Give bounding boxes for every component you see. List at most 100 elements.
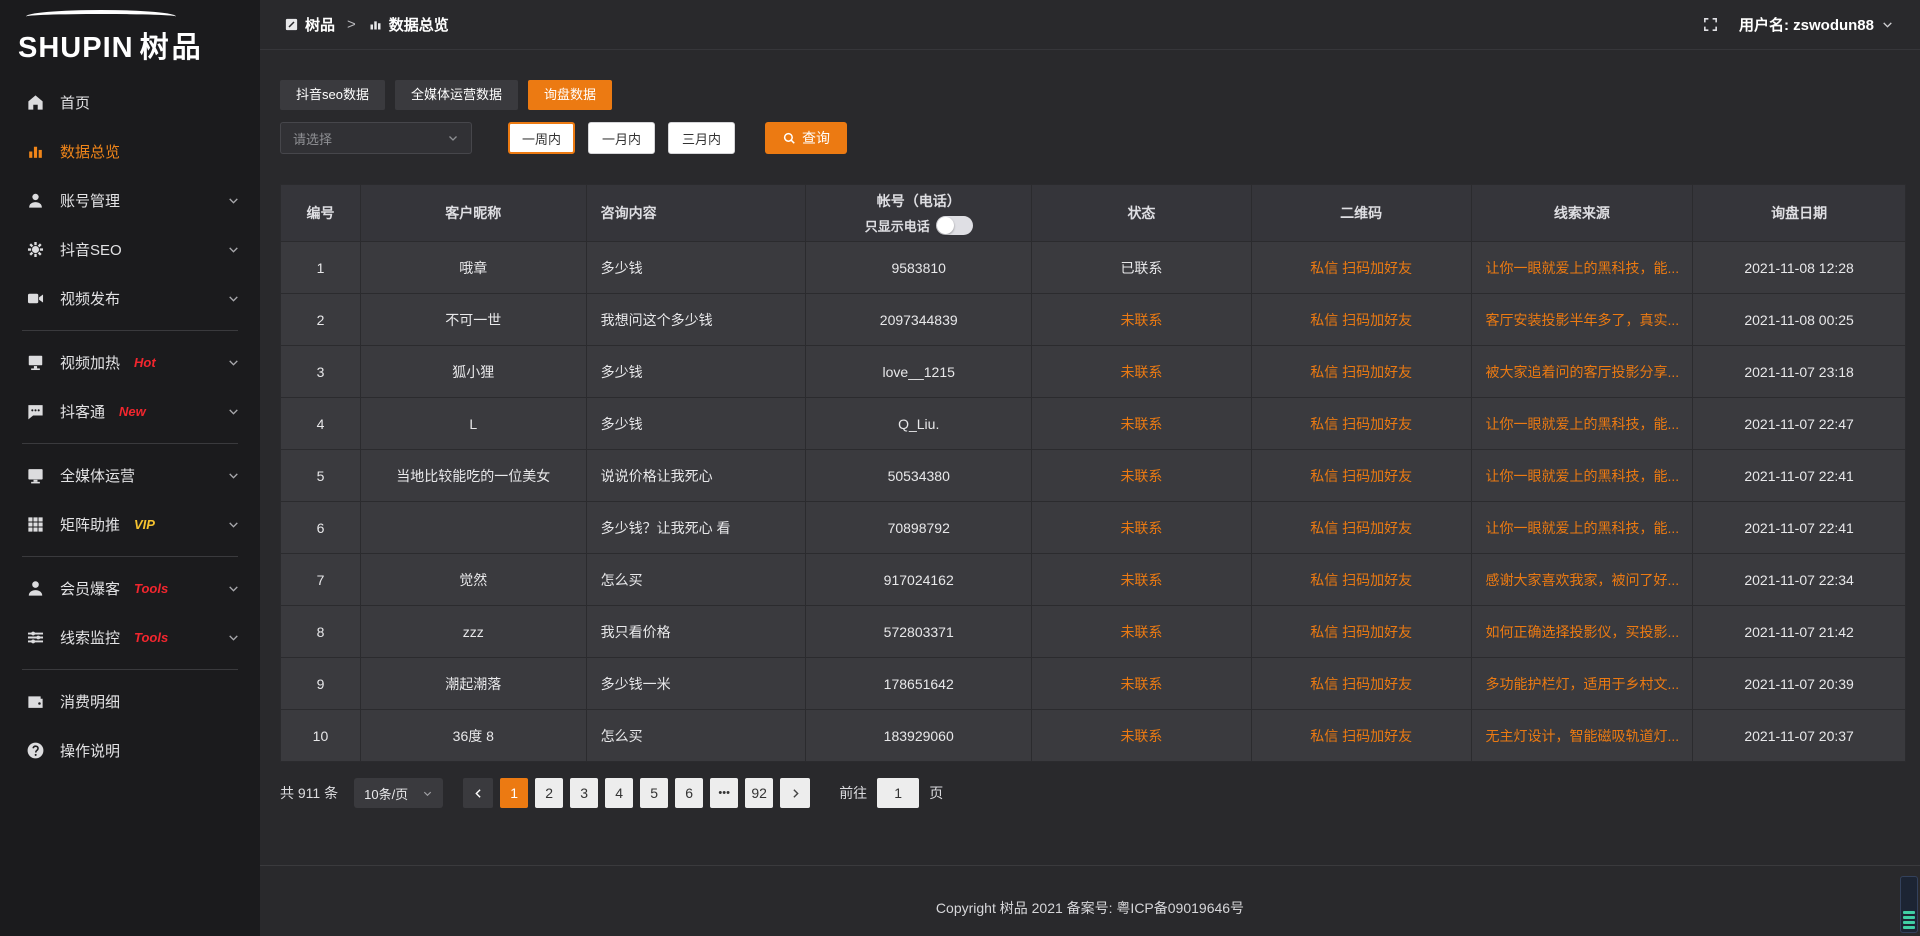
tab-2[interactable]: 全媒体运营数据 xyxy=(395,80,518,110)
cell-source[interactable]: 让你一眼就爱上的黑科技，能... xyxy=(1472,450,1694,502)
period-button-2[interactable]: 一月内 xyxy=(588,122,655,154)
cell-nickname: L xyxy=(361,398,587,450)
cell-id: 8 xyxy=(281,606,361,658)
cell-qrcode[interactable]: 私信 扫码加好友 xyxy=(1252,294,1472,346)
period-button-3[interactable]: 三月内 xyxy=(668,122,735,154)
app-window: SHUPIN树品 首页数据总览账号管理抖音SEO视频发布视频加热Hot抖客通Ne… xyxy=(0,0,1920,936)
cell-id: 10 xyxy=(281,710,361,762)
page-button-3[interactable]: 3 xyxy=(570,778,598,808)
tab-1[interactable]: 抖音seo数据 xyxy=(280,80,385,110)
column-header-source: 线索来源 xyxy=(1472,185,1694,242)
chevron-down-icon xyxy=(227,405,240,418)
column-header-id: 编号 xyxy=(281,185,361,242)
sidebar-item-12[interactable]: 会员爆客Tools xyxy=(0,564,260,613)
sidebar-item-16[interactable]: 操作说明 xyxy=(0,726,260,775)
page-button-6[interactable]: 6 xyxy=(675,778,703,808)
cell-qrcode[interactable]: 私信 扫码加好友 xyxy=(1252,554,1472,606)
page-button-1[interactable]: 1 xyxy=(500,778,528,808)
goto-page-input[interactable] xyxy=(877,778,919,808)
more-pages-button[interactable]: ••• xyxy=(710,778,738,808)
goto-label: 前往 xyxy=(839,783,867,803)
breadcrumb-root[interactable]: 树品 xyxy=(305,14,335,35)
home-icon xyxy=(26,93,45,112)
sidebar-item-6[interactable]: 视频加热Hot xyxy=(0,338,260,387)
cell-qrcode[interactable]: 私信 扫码加好友 xyxy=(1252,242,1472,294)
page-size-select[interactable]: 10条/页 xyxy=(354,778,443,808)
next-page-button[interactable] xyxy=(780,778,810,808)
cell-nickname: 不可一世 xyxy=(361,294,587,346)
cell-date: 2021-11-07 22:47 xyxy=(1693,398,1905,450)
sidebar-item-10[interactable]: 矩阵助推VIP xyxy=(0,500,260,549)
cell-date: 2021-11-08 00:25 xyxy=(1693,294,1905,346)
sidebar-divider xyxy=(22,669,238,670)
table-row: 6多少钱？让我死心 看70898792未联系私信 扫码加好友让你一眼就爱上的黑科… xyxy=(281,502,1905,554)
filter-select[interactable]: 请选择 xyxy=(280,122,472,154)
chevron-down-icon xyxy=(422,788,433,799)
logo-text: SHUPIN树品 xyxy=(18,24,242,66)
sidebar-item-7[interactable]: 抖客通New xyxy=(0,387,260,436)
sidebar-item-9[interactable]: 全媒体运营 xyxy=(0,451,260,500)
cell-nickname: 哦章 xyxy=(361,242,587,294)
cell-qrcode[interactable]: 私信 扫码加好友 xyxy=(1252,606,1472,658)
cell-qrcode[interactable]: 私信 扫码加好友 xyxy=(1252,502,1472,554)
prev-page-button[interactable] xyxy=(463,778,493,808)
cell-source[interactable]: 被大家追着问的客厅投影分享... xyxy=(1472,346,1694,398)
page-button-4[interactable]: 4 xyxy=(605,778,633,808)
cell-content: 多少钱一米 xyxy=(587,658,807,710)
cell-qrcode[interactable]: 私信 扫码加好友 xyxy=(1252,450,1472,502)
cell-content: 我只看价格 xyxy=(587,606,807,658)
data-tabs: 抖音seo数据全媒体运营数据询盘数据 xyxy=(280,80,1906,110)
period-button-1[interactable]: 一周内 xyxy=(508,122,575,154)
sidebar-item-15[interactable]: 消费明细 xyxy=(0,677,260,726)
search-button[interactable]: 查询 xyxy=(765,122,847,154)
tab-3[interactable]: 询盘数据 xyxy=(528,80,612,110)
cell-date: 2021-11-08 12:28 xyxy=(1693,242,1905,294)
breadcrumb: 树品 > 数据总览 xyxy=(284,14,449,35)
cell-source[interactable]: 感谢大家喜欢我家，被问了好... xyxy=(1472,554,1694,606)
table-row: 1哦章多少钱9583810已联系私信 扫码加好友让你一眼就爱上的黑科技，能...… xyxy=(281,242,1905,294)
cell-source[interactable]: 无主灯设计，智能磁吸轨道灯... xyxy=(1472,710,1694,762)
cell-qrcode[interactable]: 私信 扫码加好友 xyxy=(1252,710,1472,762)
column-header-qrcode: 二维码 xyxy=(1252,185,1472,242)
cell-qrcode[interactable]: 私信 扫码加好友 xyxy=(1252,346,1472,398)
cell-id: 3 xyxy=(281,346,361,398)
logo[interactable]: SHUPIN树品 xyxy=(0,0,260,74)
user-menu[interactable]: 用户名: zswodun88 xyxy=(1739,14,1894,35)
phone-only-label: 只显示电话 xyxy=(865,216,930,235)
page-button-5[interactable]: 5 xyxy=(640,778,668,808)
cell-source[interactable]: 多功能护栏灯，适用于乡村文... xyxy=(1472,658,1694,710)
table-row: 2不可一世我想问这个多少钱2097344839未联系私信 扫码加好友客厅安装投影… xyxy=(281,294,1905,346)
cell-source[interactable]: 让你一眼就爱上的黑科技，能... xyxy=(1472,502,1694,554)
sidebar-item-4[interactable]: 视频发布 xyxy=(0,274,260,323)
page-button-2[interactable]: 2 xyxy=(535,778,563,808)
cell-source[interactable]: 让你一眼就爱上的黑科技，能... xyxy=(1472,398,1694,450)
goto-page: 前往 页 xyxy=(839,778,943,808)
cell-qrcode[interactable]: 私信 扫码加好友 xyxy=(1252,398,1472,450)
cell-source[interactable]: 让你一眼就爱上的黑科技，能... xyxy=(1472,242,1694,294)
chevron-down-icon xyxy=(227,243,240,256)
cell-id: 4 xyxy=(281,398,361,450)
page-button-92[interactable]: 92 xyxy=(745,778,773,808)
sidebar-item-label: 线索监控 xyxy=(60,627,120,648)
logo-cn: 树品 xyxy=(140,32,204,64)
fullscreen-icon[interactable] xyxy=(1702,16,1719,33)
cell-source[interactable]: 客厅安装投影半年多了，真实... xyxy=(1472,294,1694,346)
chevron-down-icon xyxy=(227,292,240,305)
breadcrumb-separator: > xyxy=(347,16,356,33)
table-row: 4L多少钱Q_Liu.未联系私信 扫码加好友让你一眼就爱上的黑科技，能...20… xyxy=(281,398,1905,450)
sidebar-item-2[interactable]: 账号管理 xyxy=(0,176,260,225)
gear-icon xyxy=(26,240,45,259)
sidebar-item-1[interactable]: 数据总览 xyxy=(0,127,260,176)
table-row: 1036度 8怎么买183929060未联系私信 扫码加好友无主灯设计，智能磁吸… xyxy=(281,710,1905,762)
table-header-row: 编号客户昵称咨询内容帐号（电话）只显示电话状态二维码线索来源询盘日期 xyxy=(281,185,1905,242)
phone-only-toggle[interactable] xyxy=(936,216,973,235)
sidebar-item-0[interactable]: 首页 xyxy=(0,78,260,127)
cell-nickname: 当地比较能吃的一位美女 xyxy=(361,450,587,502)
sidebar-item-badge: Tools xyxy=(134,630,168,645)
sidebar-item-3[interactable]: 抖音SEO xyxy=(0,225,260,274)
sidebar-divider xyxy=(22,330,238,331)
cell-qrcode[interactable]: 私信 扫码加好友 xyxy=(1252,658,1472,710)
cell-source[interactable]: 如何正确选择投影仪，买投影... xyxy=(1472,606,1694,658)
sidebar-item-13[interactable]: 线索监控 Tools xyxy=(0,613,260,662)
table-row: 8zzz我只看价格572803371未联系私信 扫码加好友如何正确选择投影仪，买… xyxy=(281,606,1905,658)
